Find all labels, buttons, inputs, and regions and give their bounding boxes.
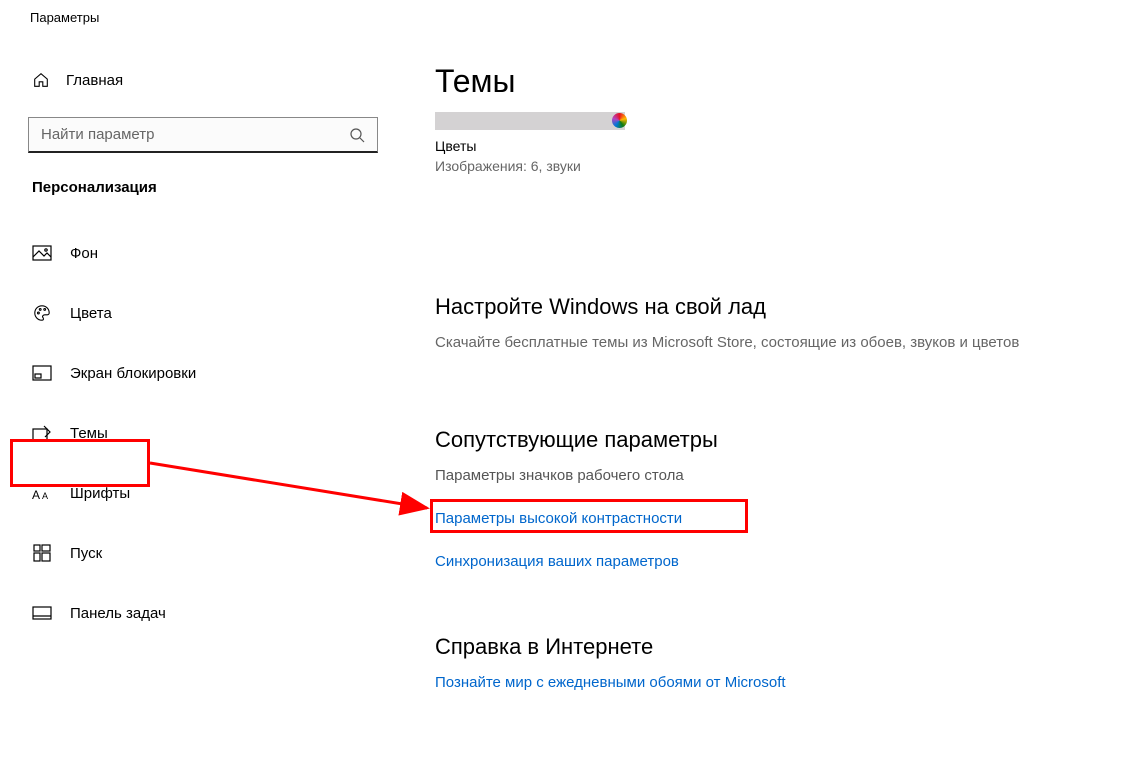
search-icon xyxy=(349,127,365,143)
related-title: Сопутствующие параметры xyxy=(435,427,1115,453)
settings-window: Параметры Главная П xyxy=(0,0,1139,776)
nav-label: Фон xyxy=(70,245,98,262)
window-title: Параметры xyxy=(0,0,1139,33)
nav-item-themes[interactable]: Темы xyxy=(28,410,395,456)
taskbar-icon xyxy=(32,604,52,622)
svg-text:A: A xyxy=(32,488,40,501)
home-label: Главная xyxy=(66,72,123,89)
nav-list: Фон Цвета xyxy=(28,230,395,636)
home-icon xyxy=(32,71,50,89)
customize-title: Настройте Windows на свой лад xyxy=(435,294,1115,320)
theme-preview[interactable] xyxy=(435,112,625,130)
sidebar-section-header: Персонализация xyxy=(28,179,395,196)
palette-icon xyxy=(32,304,52,322)
nav-item-background[interactable]: Фон xyxy=(28,230,395,276)
search-box[interactable] xyxy=(28,117,378,153)
link-desktop-icons[interactable]: Параметры значков рабочего стола xyxy=(435,467,1115,484)
link-help-bing[interactable]: Познайте мир с ежедневными обоями от Mic… xyxy=(435,674,1115,691)
link-high-contrast[interactable]: Параметры высокой контрастности xyxy=(435,510,1115,527)
start-icon xyxy=(32,544,52,562)
search-input[interactable] xyxy=(41,126,349,143)
themes-icon xyxy=(32,424,52,442)
color-wheel-icon xyxy=(612,113,627,128)
nav-label: Цвета xyxy=(70,305,112,322)
main-content: Темы Цветы Изображения: 6, звуки Настрой… xyxy=(395,33,1139,776)
nav-label: Шрифты xyxy=(70,485,130,502)
content-area: Главная Персонализация xyxy=(0,33,1139,776)
nav-label: Панель задач xyxy=(70,605,166,622)
nav-item-taskbar[interactable]: Панель задач xyxy=(28,590,395,636)
nav-item-lockscreen[interactable]: Экран блокировки xyxy=(28,350,395,396)
svg-text:A: A xyxy=(42,491,48,501)
nav-item-colors[interactable]: Цвета xyxy=(28,290,395,336)
sidebar: Главная Персонализация xyxy=(0,33,395,776)
nav-label: Пуск xyxy=(70,545,102,562)
nav-label: Темы xyxy=(70,425,108,442)
page-title: Темы xyxy=(435,63,1115,100)
related-links: Параметры значков рабочего стола Парамет… xyxy=(435,467,1115,570)
lockscreen-icon xyxy=(32,364,52,382)
nav-item-start[interactable]: Пуск xyxy=(28,530,395,576)
theme-name: Цветы xyxy=(435,138,1115,154)
fonts-icon: A A xyxy=(32,484,52,502)
help-title: Справка в Интернете xyxy=(435,634,1115,660)
home-link[interactable]: Главная xyxy=(28,63,395,97)
nav-label: Экран блокировки xyxy=(70,365,196,382)
theme-meta: Изображения: 6, звуки xyxy=(435,158,1115,174)
picture-icon xyxy=(32,244,52,262)
customize-desc: Скачайте бесплатные темы из Microsoft St… xyxy=(435,334,1115,351)
link-sync-settings[interactable]: Синхронизация ваших параметров xyxy=(435,553,1115,570)
nav-item-fonts[interactable]: A A Шрифты xyxy=(28,470,395,516)
